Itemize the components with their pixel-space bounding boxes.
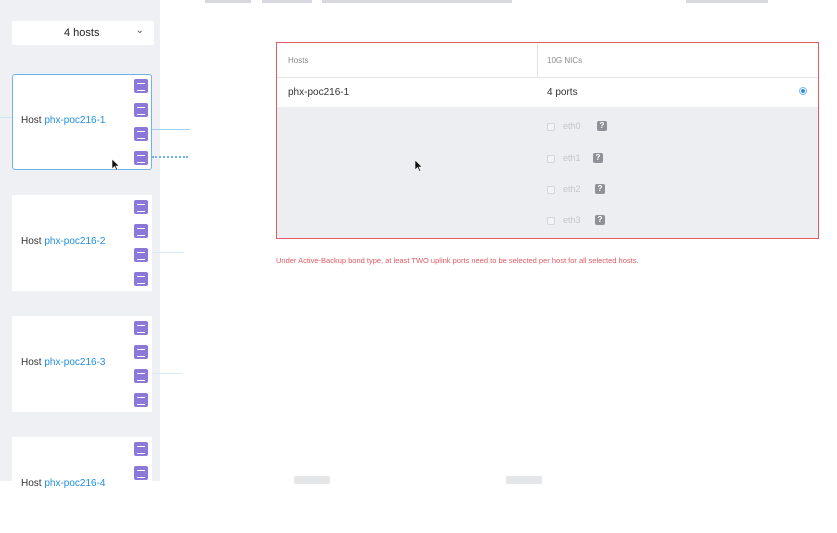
nic-checkbox[interactable]: [547, 186, 555, 194]
nic-checkbox[interactable]: [547, 217, 555, 225]
nic-port-icon[interactable]: [134, 345, 148, 359]
nic-list: eth0 ? eth1 ? eth2 ? eth3 ?: [277, 107, 818, 238]
row-port-count: 4 ports: [547, 87, 578, 98]
host-label-prefix: Host: [21, 115, 45, 126]
nic-port-icon[interactable]: [134, 369, 148, 383]
host-card[interactable]: Host phx-poc216-3: [12, 316, 152, 412]
help-icon[interactable]: ?: [597, 121, 607, 131]
nic-port-icon[interactable]: [134, 103, 148, 117]
nic-port-icon[interactable]: [134, 224, 148, 238]
footer-button[interactable]: [294, 476, 330, 484]
host-label: Host phx-poc216-3: [21, 357, 106, 368]
connection-line: [152, 252, 184, 253]
host-card[interactable]: Host phx-poc216-1: [12, 74, 152, 170]
host-card[interactable]: Host phx-poc216-4: [12, 437, 152, 533]
nic-selection-table: Hosts 10G NICs phx-poc216-1 4 ports eth0…: [276, 42, 819, 239]
nic-port-icon[interactable]: [134, 79, 148, 93]
validation-error-message: Under Active-Backup bond type, at least …: [276, 256, 639, 265]
host-name-link[interactable]: phx-poc216-2: [44, 236, 105, 247]
host-name-link[interactable]: phx-poc216-1: [44, 115, 105, 126]
host-label: Host phx-poc216-1: [21, 115, 106, 126]
nic-checkbox[interactable]: [547, 155, 555, 163]
port-icon-group: [134, 200, 152, 296]
hosts-panel: 4 hosts ⌄ Host phx-poc216-1 Host phx-poc…: [0, 0, 160, 533]
connection-line: [152, 156, 188, 158]
table-row[interactable]: phx-poc216-1 4 ports: [277, 77, 818, 107]
hosts-dropdown-value: 4 hosts: [64, 27, 100, 39]
mouse-cursor-icon: [415, 160, 423, 172]
nic-port-icon[interactable]: [134, 200, 148, 214]
column-header-hosts: Hosts: [288, 56, 309, 65]
connection-line: [152, 373, 182, 374]
top-toolbar-fragment: [686, 0, 768, 3]
host-label-prefix: Host: [21, 236, 45, 247]
column-header-nics: 10G NICs: [547, 56, 583, 65]
port-icon-group: [134, 79, 152, 175]
host-name-link[interactable]: phx-poc216-3: [44, 357, 105, 368]
nic-label: eth0: [563, 121, 581, 131]
host-name-link[interactable]: phx-poc216-4: [44, 478, 105, 489]
row-host-name: phx-poc216-1: [288, 87, 350, 98]
nic-port-icon[interactable]: [134, 393, 148, 407]
host-label-prefix: Host: [21, 478, 45, 489]
help-icon[interactable]: ?: [593, 153, 603, 163]
help-icon[interactable]: ?: [595, 215, 605, 225]
host-label: Host phx-poc216-2: [21, 236, 106, 247]
footer-button[interactable]: [506, 476, 542, 484]
port-icon-group: [134, 442, 152, 490]
chevron-down-icon: ⌄: [135, 25, 144, 36]
top-toolbar-fragment: [322, 0, 512, 3]
table-header: Hosts 10G NICs: [277, 43, 818, 78]
top-toolbar-fragment: [205, 0, 251, 3]
nic-label: eth3: [563, 215, 581, 225]
nic-label: eth1: [563, 153, 581, 163]
port-icon-group: [134, 321, 152, 417]
nic-label: eth2: [563, 184, 581, 194]
connection-line: [0, 117, 12, 118]
nic-port-icon[interactable]: [134, 321, 148, 335]
top-toolbar-fragment: [262, 0, 312, 3]
nic-port-icon[interactable]: [134, 272, 148, 286]
row-select-radio[interactable]: [799, 87, 807, 95]
nic-port-icon[interactable]: [134, 248, 148, 262]
nic-checkbox[interactable]: [547, 123, 555, 131]
mouse-cursor-icon: [112, 159, 120, 171]
host-label-prefix: Host: [21, 357, 45, 368]
nic-port-icon[interactable]: [134, 442, 148, 456]
help-icon[interactable]: ?: [595, 184, 605, 194]
nic-port-icon[interactable]: [134, 151, 148, 165]
hosts-dropdown[interactable]: 4 hosts ⌄: [12, 21, 154, 45]
column-divider: [537, 43, 538, 77]
nic-port-icon[interactable]: [134, 466, 148, 480]
nic-port-icon[interactable]: [134, 127, 148, 141]
connection-line: [152, 129, 190, 130]
host-label: Host phx-poc216-4: [21, 478, 106, 489]
host-card[interactable]: Host phx-poc216-2: [12, 195, 152, 291]
